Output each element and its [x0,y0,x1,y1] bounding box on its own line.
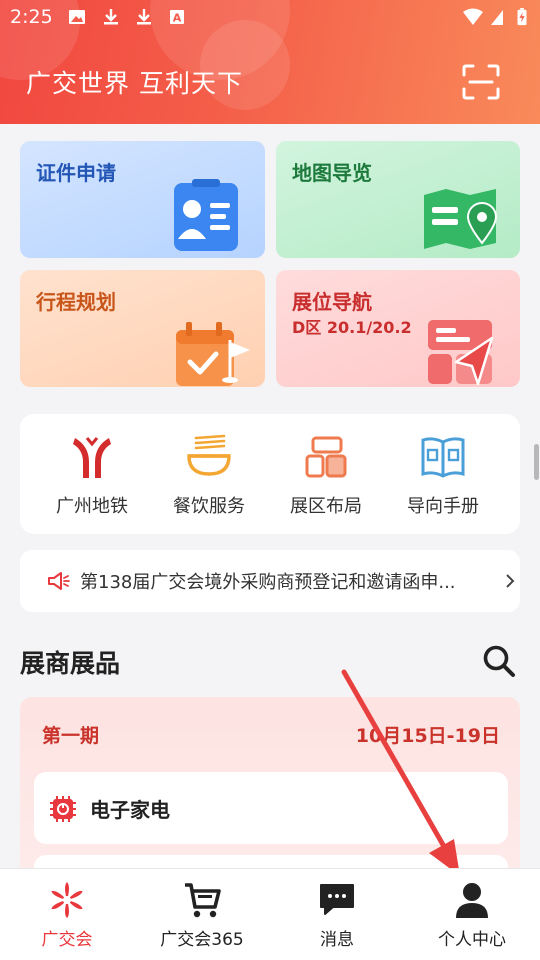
tab-canton-fair-365[interactable]: 广交会365 [142,881,262,955]
download-icon [137,9,151,25]
app-notification-icon: A [170,10,184,25]
chip-icon [50,796,76,822]
period-card: 第一期 10月15日-19日 电子家电 [20,697,520,897]
svg-text:A: A [173,12,182,25]
quick-link-label: 导向手册 [407,496,479,517]
navigation-icon [428,320,494,386]
quick-link-guide-manual[interactable]: 导向手册 [388,434,498,524]
card-title: 证件申请 [36,161,116,185]
search-icon[interactable] [482,644,516,678]
shopping-cart-icon [185,883,221,918]
notice-banner[interactable]: 第138届广交会境外采购商预登记和邀请函申... [20,550,520,612]
status-bar: 2:25 A [0,0,540,36]
book-icon [421,437,465,478]
tab-label: 个人中心 [438,930,506,950]
map-icon [424,189,498,249]
tab-label: 广交会 [41,930,93,950]
canton-fair-logo-icon [51,882,83,918]
quick-link-exhibition-layout[interactable]: 展区布局 [271,434,381,524]
metro-icon [73,437,111,478]
card-certificate-apply[interactable]: 证件申请 [20,141,265,258]
calendar-flag-icon [176,322,250,386]
wifi-icon [463,8,483,25]
section-title: 展商展品 [20,649,121,678]
quick-links-panel: 广州地铁 餐饮服务 展区布局 导向手册 [20,414,520,534]
app-title: 广交世界 互利天下 [26,69,243,98]
card-title: 地图导览 [292,161,372,185]
battery-charging-icon [517,8,527,26]
period-dates: 10月15日-19日 [355,725,500,747]
bottom-tab-bar: 广交会 广交会365 消息 个人中心 [0,868,540,960]
card-title: 展位导航 [292,290,372,314]
quick-link-label: 广州地铁 [56,496,128,517]
tab-personal-center[interactable]: 个人中心 [412,881,532,955]
message-icon [320,884,354,915]
user-icon [456,883,488,918]
card-itinerary[interactable]: 行程规划 [20,270,265,387]
quick-link-guangzhou-metro[interactable]: 广州地铁 [37,434,147,524]
card-map-guide[interactable]: 地图导览 [276,141,520,258]
chevron-right-icon [506,574,515,588]
tab-canton-fair[interactable]: 广交会 [7,881,127,955]
app-header: 2:25 A 广交世界 互利天下 [0,0,540,124]
scan-button[interactable] [462,64,500,100]
quick-link-label: 展区布局 [290,496,362,517]
scrollbar[interactable] [534,444,539,480]
card-title: 行程规划 [36,290,116,314]
download-icon [104,9,118,25]
card-subtitle: D区 20.1/20.2 [292,318,412,337]
notice-text: 第138届广交会境外采购商预登记和邀请函申... [80,572,456,593]
image-notification-icon [69,10,85,24]
layout-icon [305,436,347,478]
bowl-icon [187,434,231,476]
id-card-icon [174,179,238,251]
category-label: 电子家电 [90,798,170,822]
status-time: 2:25 [10,6,53,28]
card-booth-navigation[interactable]: 展位导航 D区 20.1/20.2 [276,270,520,387]
speaker-icon [48,572,70,590]
tab-label: 广交会365 [160,930,244,950]
period-name: 第一期 [42,725,100,747]
category-item-electronics[interactable]: 电子家电 [34,772,508,844]
quick-link-dining[interactable]: 餐饮服务 [154,434,264,524]
quick-link-label: 餐饮服务 [173,496,245,517]
tab-messages[interactable]: 消息 [277,881,397,955]
tab-label: 消息 [320,930,354,950]
signal-icon [491,10,503,25]
